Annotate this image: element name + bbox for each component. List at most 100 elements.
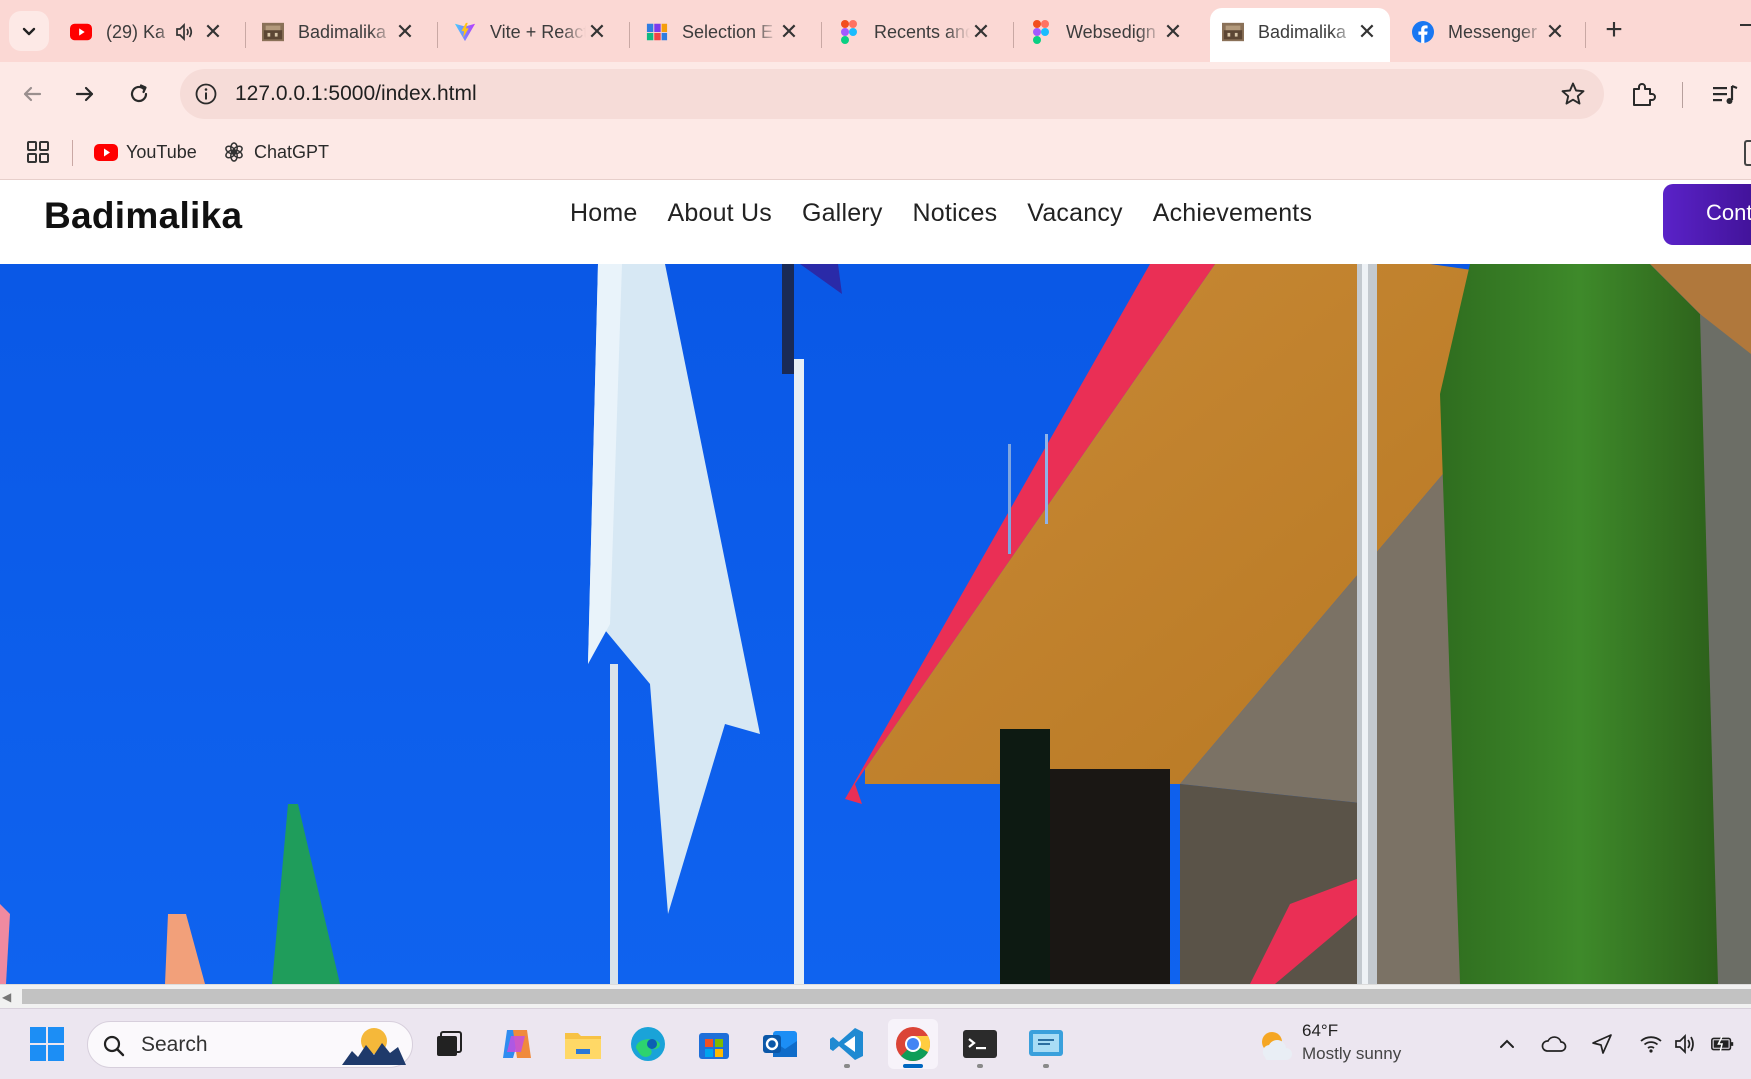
copilot-icon: [503, 1030, 531, 1058]
vscode-button[interactable]: [822, 1019, 872, 1069]
extensions-puzzle-icon[interactable]: [1628, 80, 1658, 110]
reload-button[interactable]: [119, 74, 159, 114]
edge-button[interactable]: [623, 1019, 673, 1069]
nav-link-home[interactable]: Home: [570, 199, 638, 228]
close-icon[interactable]: ✕: [1162, 21, 1184, 43]
close-icon[interactable]: ✕: [970, 21, 992, 43]
store-icon: [699, 1033, 729, 1059]
url-text[interactable]: 127.0.0.1:5000/index.html: [235, 82, 477, 106]
youtube-icon: [94, 143, 118, 161]
facebook-icon: [1412, 21, 1434, 43]
battery-charging-icon: [1711, 1036, 1734, 1052]
nav-link-achievements[interactable]: Achievements: [1153, 199, 1312, 228]
scroll-left-arrow-icon[interactable]: ◀: [2, 989, 18, 1005]
apps-grid-icon[interactable]: [26, 140, 50, 164]
scrollbar-thumb[interactable]: [22, 989, 1751, 1004]
browser-tab[interactable]: Recents and ✕: [826, 8, 1004, 62]
snipping-tool-button[interactable]: [1021, 1019, 1071, 1069]
close-icon[interactable]: ✕: [1544, 21, 1566, 43]
tab-title: Badimalika: [1258, 21, 1347, 42]
bookmark-youtube[interactable]: YouTube: [94, 138, 197, 166]
volume-button[interactable]: [1672, 1031, 1698, 1057]
media-controls-icon[interactable]: [1710, 80, 1740, 110]
tab-title: Badimalika: [298, 21, 387, 42]
chatgpt-icon: [222, 142, 246, 162]
browser-tab[interactable]: Vite + React ✕: [442, 8, 620, 62]
bookmarks-folder-icon[interactable]: [1744, 140, 1751, 166]
search-label: Search: [141, 1033, 208, 1056]
battery-button[interactable]: [1710, 1031, 1736, 1057]
close-icon[interactable]: ✕: [1356, 21, 1378, 43]
wifi-icon: [1640, 1036, 1662, 1053]
back-button[interactable]: [12, 74, 52, 114]
contact-button[interactable]: Contact: [1663, 184, 1751, 245]
browser-tab-active[interactable]: Badimalika ✕: [1210, 8, 1390, 62]
taskbar-search[interactable]: Search: [87, 1021, 413, 1068]
task-view-button[interactable]: [424, 1019, 474, 1069]
active-indicator: [903, 1064, 923, 1068]
figma-icon: [838, 20, 860, 44]
outlook-button[interactable]: [755, 1019, 805, 1069]
speaker-icon[interactable]: [174, 22, 196, 42]
wifi-button[interactable]: [1638, 1031, 1664, 1057]
terminal-button[interactable]: [955, 1019, 1005, 1069]
forward-button[interactable]: [65, 74, 105, 114]
search-icon: [103, 1035, 125, 1057]
browser-tab[interactable]: Messenger ✕: [1400, 8, 1578, 62]
start-button[interactable]: [22, 1019, 72, 1069]
reload-icon: [130, 84, 148, 103]
browser-tab[interactable]: Websedign ✕: [1018, 8, 1196, 62]
close-icon[interactable]: ✕: [394, 21, 416, 43]
location-button[interactable]: [1589, 1031, 1615, 1057]
close-icon[interactable]: ✕: [202, 21, 224, 43]
volume-icon: [1675, 1033, 1694, 1055]
browser-tab[interactable]: Selection E ✕: [634, 8, 812, 62]
tab-separator: [1585, 22, 1586, 48]
nav-link-vacancy[interactable]: Vacancy: [1027, 199, 1122, 228]
running-indicator: [977, 1064, 983, 1068]
site-info-icon[interactable]: [194, 82, 218, 106]
browser-tab[interactable]: Badimalika ✕: [250, 8, 428, 62]
running-indicator: [1043, 1064, 1049, 1068]
nav-link-about[interactable]: About Us: [668, 199, 772, 228]
site-logo-text[interactable]: Badimalika: [44, 195, 242, 237]
tab-title: Recents and: [874, 21, 970, 42]
figma-icon: [1030, 20, 1052, 44]
browser-toolbar: 127.0.0.1:5000/index.html: [0, 62, 1751, 126]
youtube-icon: [70, 21, 92, 43]
outlook-icon: [763, 1031, 797, 1057]
sun-cloud-icon: [1262, 1032, 1292, 1060]
site-menu: Home About Us Gallery Notices Vacancy Ac…: [570, 199, 1342, 228]
copilot-button[interactable]: [492, 1019, 542, 1069]
close-icon[interactable]: ✕: [586, 21, 608, 43]
star-icon[interactable]: [1560, 81, 1586, 107]
edge-icon: [631, 1027, 665, 1061]
task-view-icon: [437, 1031, 462, 1056]
tab-title: Selection E: [682, 21, 774, 42]
web-page: Badimalika Home About Us Gallery Notices…: [0, 181, 1751, 984]
file-explorer-button[interactable]: [558, 1019, 608, 1069]
weather-widget[interactable]: 64°F Mostly sunny: [1255, 1021, 1435, 1069]
tab-separator: [1013, 22, 1014, 48]
chrome-icon: [896, 1027, 930, 1061]
onedrive-button[interactable]: [1541, 1031, 1567, 1057]
bookmarks-bar: YouTube ChatGPT: [0, 126, 1751, 180]
nav-link-gallery[interactable]: Gallery: [802, 199, 883, 228]
hero-image: [0, 264, 1751, 984]
school-photo-icon: [1222, 21, 1244, 43]
store-button[interactable]: [689, 1019, 739, 1069]
close-icon[interactable]: ✕: [778, 21, 800, 43]
running-indicator: [844, 1064, 850, 1068]
tab-separator: [629, 22, 630, 48]
browser-tab[interactable]: (29) Ka ✕: [58, 8, 236, 62]
address-bar[interactable]: 127.0.0.1:5000/index.html: [180, 69, 1604, 119]
new-tab-button[interactable]: +: [1599, 15, 1629, 46]
show-hidden-icons-button[interactable]: [1494, 1031, 1520, 1057]
school-building-with-flags-photo: [0, 264, 1751, 984]
window-minimize-icon[interactable]: [1740, 24, 1751, 26]
bookmark-chatgpt[interactable]: ChatGPT: [222, 138, 329, 166]
tab-search-button[interactable]: [9, 11, 49, 51]
nav-link-notices[interactable]: Notices: [913, 199, 998, 228]
horizontal-scrollbar[interactable]: ◀: [0, 984, 1751, 1008]
chrome-button[interactable]: [888, 1019, 938, 1069]
